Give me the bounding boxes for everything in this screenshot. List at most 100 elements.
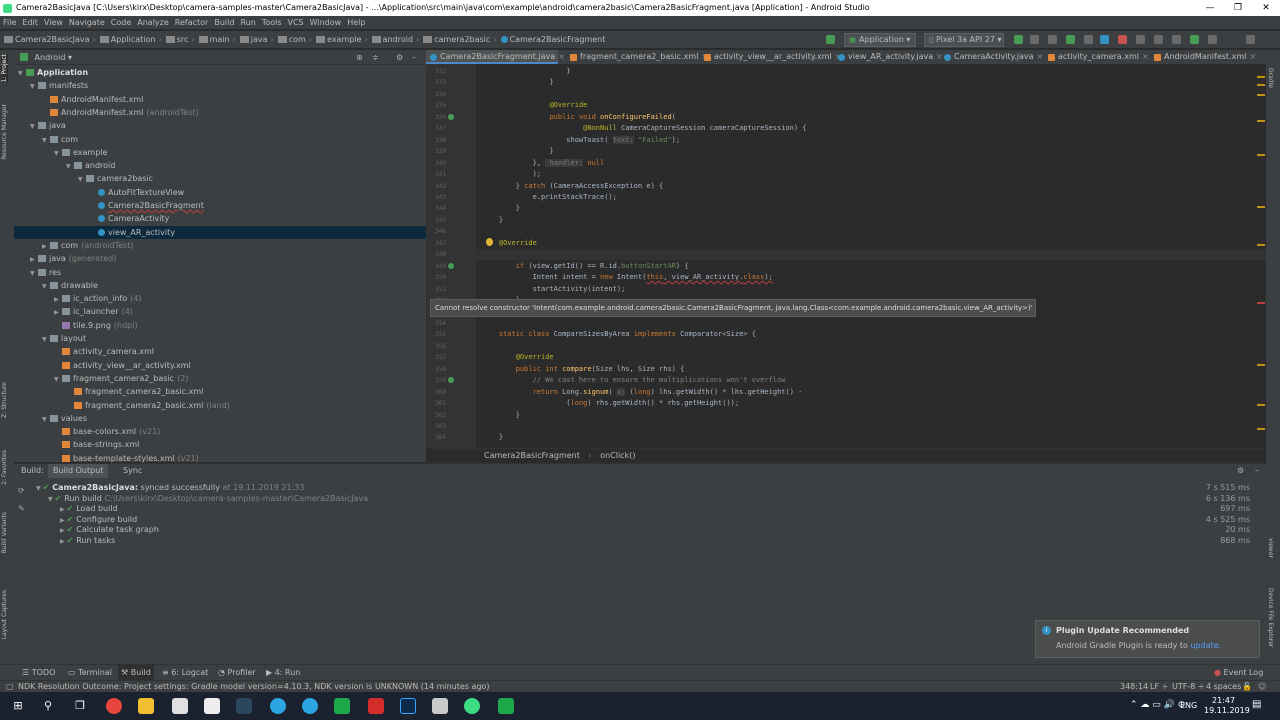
- warning-marker[interactable]: [1257, 120, 1265, 122]
- screen-tool-icon[interactable]: [432, 698, 448, 714]
- breadcrumb-item[interactable]: android ›: [368, 31, 419, 48]
- menu-code[interactable]: Code: [108, 16, 134, 29]
- minimize-button[interactable]: —: [1196, 0, 1224, 16]
- sync-gradle-icon[interactable]: [1136, 35, 1145, 44]
- menu-run[interactable]: Run: [237, 16, 258, 29]
- terminal-tab[interactable]: ▭ Terminal: [68, 665, 112, 681]
- project-tree-item[interactable]: base-strings.xml: [14, 438, 426, 451]
- chevron-right-icon[interactable]: ▶: [30, 253, 38, 266]
- gear-icon[interactable]: ⚙: [396, 50, 403, 65]
- project-tree-item[interactable]: ▶ com (androidTest): [14, 239, 426, 252]
- device-file-explorer-tab[interactable]: Device File Explorer: [1267, 588, 1274, 647]
- telegram-icon[interactable]: [270, 698, 286, 714]
- warning-marker[interactable]: [1257, 76, 1265, 78]
- maximize-button[interactable]: ❐: [1224, 0, 1252, 16]
- override-icon[interactable]: [448, 262, 454, 269]
- close-tab-icon[interactable]: ×: [1249, 52, 1256, 61]
- sdk-manager-icon[interactable]: [1172, 35, 1181, 44]
- clock-time[interactable]: 21:47: [1212, 696, 1235, 705]
- chevron-down-icon[interactable]: ▼: [78, 173, 86, 186]
- build-tree-item[interactable]: ▼ ✔ Camera2BasicJava: synced successfully…: [36, 482, 304, 493]
- build-tab[interactable]: ⚒ Build: [118, 665, 154, 681]
- project-tree-item[interactable]: ▼ example: [14, 146, 426, 159]
- menu-vcs[interactable]: VCS: [285, 16, 307, 29]
- filezilla-icon[interactable]: [368, 698, 384, 714]
- build-tree-item[interactable]: ▶ ✔ Load build: [60, 503, 118, 514]
- chevron-down-icon[interactable]: ▼: [42, 333, 50, 346]
- error-marker[interactable]: [1257, 302, 1265, 304]
- build-tree-item[interactable]: ▶ ✔ Calculate task graph: [60, 524, 159, 535]
- hide-icon[interactable]: –: [412, 50, 416, 65]
- warning-marker[interactable]: [1257, 154, 1265, 156]
- project-tree-item[interactable]: ▼ com: [14, 133, 426, 146]
- green-app-icon[interactable]: [498, 698, 514, 714]
- pin-icon[interactable]: ✎: [18, 504, 25, 513]
- menu-file[interactable]: File: [0, 16, 19, 29]
- chevron-down-icon[interactable]: ▼: [18, 67, 26, 80]
- close-tab-icon[interactable]: ×: [1036, 52, 1043, 61]
- project-tree-item[interactable]: ▼ res: [14, 266, 426, 279]
- project-tree-item[interactable]: ▼ manifests: [14, 79, 426, 92]
- android-studio-taskbar-icon[interactable]: [464, 698, 480, 714]
- editor-tab[interactable]: fragment_camera2_basic.xml×: [566, 50, 708, 64]
- menu-edit[interactable]: Edit: [19, 16, 41, 29]
- editor-breadcrumb-method[interactable]: onClick(): [600, 451, 635, 460]
- chevron-down-icon[interactable]: ▼: [42, 134, 50, 147]
- breadcrumb-item[interactable]: example ›: [312, 31, 368, 48]
- menu-help[interactable]: Help: [344, 16, 368, 29]
- breadcrumb-item[interactable]: java ›: [236, 31, 274, 48]
- project-tree-item[interactable]: ▼ android: [14, 159, 426, 172]
- chevron-down-icon[interactable]: ▼: [66, 160, 74, 173]
- chevron-down-icon[interactable]: ▼: [30, 120, 38, 133]
- warning-marker[interactable]: [1257, 404, 1265, 406]
- todo-tab[interactable]: ☰ TODO: [22, 665, 55, 681]
- menu-refactor[interactable]: Refactor: [172, 16, 212, 29]
- close-tab-icon[interactable]: ×: [1142, 52, 1149, 61]
- android-icon[interactable]: [1190, 35, 1199, 44]
- warning-marker[interactable]: [1257, 84, 1265, 86]
- project-tree-item[interactable]: ▶ ic_action_info (4): [14, 292, 426, 305]
- breadcrumb-item[interactable]: src ›: [162, 31, 195, 48]
- project-tree-item[interactable]: AndroidManifest.xml (androidTest): [14, 106, 426, 119]
- profiler-tab[interactable]: ◔ Profiler: [218, 665, 256, 681]
- mail-icon[interactable]: [204, 698, 220, 714]
- chevron-down-icon[interactable]: ▼: [54, 373, 62, 386]
- run-tab[interactable]: ▶ 4: Run: [266, 665, 300, 681]
- editor-tab[interactable]: activity_camera.xml ×: [1044, 50, 1149, 64]
- editor-tab[interactable]: CameraActivity.java ×: [940, 50, 1043, 64]
- logcat-tab[interactable]: ≡ 6: Logcat: [162, 665, 208, 681]
- menu-window[interactable]: Window: [307, 16, 345, 29]
- run-config-select[interactable]: ▣ Application ▾: [844, 33, 916, 47]
- device-select[interactable]: ▯ Pixel 3a API 27 ▾: [924, 33, 1004, 47]
- search-icon[interactable]: [1246, 35, 1255, 44]
- chevron-right-icon[interactable]: ▶: [54, 293, 62, 306]
- layout-captures-tab[interactable]: Layout Captures: [1, 590, 8, 639]
- editor-tab[interactable]: activity_view__ar_activity.xml×: [700, 50, 841, 64]
- task-view-icon[interactable]: ❐: [68, 692, 92, 720]
- apply-code-changes-icon[interactable]: [1048, 35, 1057, 44]
- project-tree-item[interactable]: ▼ fragment_camera2_basic (2): [14, 372, 426, 385]
- chevron-right-icon[interactable]: ▶: [42, 240, 50, 253]
- project-view-select[interactable]: Android: [35, 53, 66, 62]
- breadcrumb-item[interactable]: Camera2BasicFragment: [497, 31, 605, 48]
- structure-tab[interactable]: Z: Structure: [1, 382, 8, 418]
- project-tree-item[interactable]: CameraActivity: [14, 212, 426, 225]
- menu-tools[interactable]: Tools: [259, 16, 285, 29]
- project-tree-item[interactable]: AndroidManifest.xml: [14, 93, 426, 106]
- chevron-down-icon[interactable]: ▼: [42, 413, 50, 426]
- layout-inspector-icon[interactable]: [1208, 35, 1217, 44]
- warning-marker[interactable]: [1257, 206, 1265, 208]
- menu-analyze[interactable]: Analyze: [134, 16, 172, 29]
- file-explorer-icon[interactable]: [138, 698, 154, 714]
- warning-marker[interactable]: [1257, 428, 1265, 430]
- run-icon[interactable]: [1014, 35, 1023, 44]
- chevron-right-icon[interactable]: ▶: [54, 306, 62, 319]
- warning-marker[interactable]: [1257, 94, 1265, 96]
- breadcrumb-item[interactable]: camera2basic ›: [419, 31, 497, 48]
- resource-manager-tab[interactable]: Resource Manager: [1, 104, 8, 160]
- menu-build[interactable]: Build: [211, 16, 237, 29]
- breadcrumb-item[interactable]: com ›: [274, 31, 312, 48]
- project-tree-item[interactable]: base-colors.xml (v21): [14, 425, 426, 438]
- menu-navigate[interactable]: Navigate: [66, 16, 108, 29]
- breadcrumb-item[interactable]: main ›: [195, 31, 236, 48]
